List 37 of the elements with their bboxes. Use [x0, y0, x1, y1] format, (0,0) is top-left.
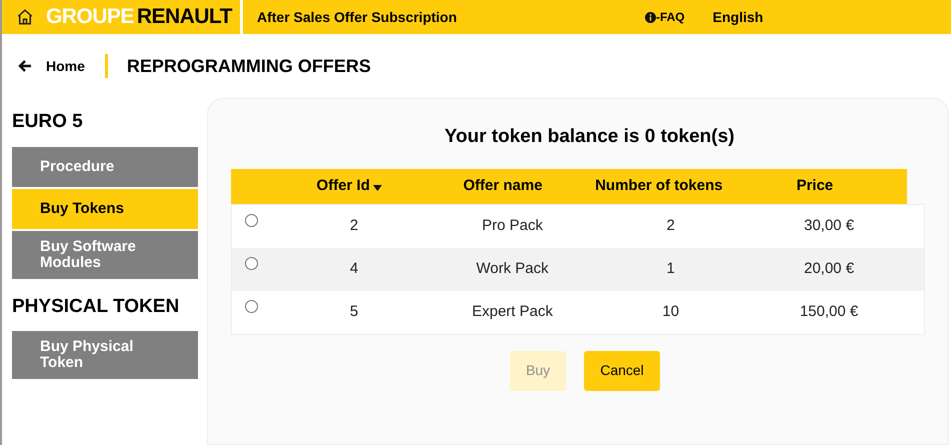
action-button[interactable]: Cancel	[584, 350, 660, 390]
table-cell-text: 10	[662, 302, 680, 322]
column-header[interactable]: Number of tokens	[595, 174, 723, 198]
column-header[interactable]: Offer name	[410, 174, 596, 198]
table-cell-text: Expert Pack	[472, 302, 553, 322]
table-cell-text: 2	[666, 216, 675, 236]
brand-logo-text: RENAULT	[136, 4, 232, 30]
row-radio[interactable]	[245, 256, 258, 270]
section-heading: EURO 5	[12, 110, 84, 134]
table-cell-text: 4	[350, 258, 358, 279]
home-icon[interactable]	[16, 8, 34, 26]
table-cell-text: 150,00 €	[800, 302, 858, 322]
table-cell-text: Work Pack	[476, 258, 549, 279]
info-icon	[644, 12, 656, 22]
section-heading: PHYSICAL TOKEN	[12, 294, 180, 318]
back-arrow-icon[interactable]	[18, 59, 32, 73]
table-cell-text: 20,00 €	[804, 258, 854, 279]
table-cell-text: 30,00 €	[804, 216, 854, 236]
sidebar-item[interactable]: Buy Tokens	[12, 188, 198, 228]
home-link[interactable]: Home	[46, 56, 85, 76]
sidebar-item[interactable]: Buy Software Modules	[12, 230, 198, 278]
sidebar-item[interactable]: Buy Physical Token	[12, 331, 198, 379]
language-selector[interactable]: English	[712, 6, 764, 28]
row-radio[interactable]	[245, 214, 258, 226]
table-cell-text: 2	[350, 216, 358, 236]
token-balance: Your token balance is 0 token(s)	[444, 125, 734, 149]
table-cell-text: 5	[350, 302, 358, 322]
table-cell-text: 1	[666, 258, 675, 279]
column-header[interactable]: Price	[722, 174, 907, 198]
faq-link[interactable]: -FAQ	[644, 8, 685, 26]
brand-logo-text: GROUPE	[46, 4, 134, 30]
table-cell-text: Pro Pack	[482, 216, 543, 236]
page-title: REPROGRAMMING OFFERS	[126, 54, 371, 78]
row-radio[interactable]	[245, 300, 258, 312]
app-title: After Sales Offer Subscription	[256, 8, 458, 27]
sidebar-item[interactable]: Procedure	[12, 146, 198, 186]
column-header[interactable]: Offer Id	[288, 174, 411, 198]
